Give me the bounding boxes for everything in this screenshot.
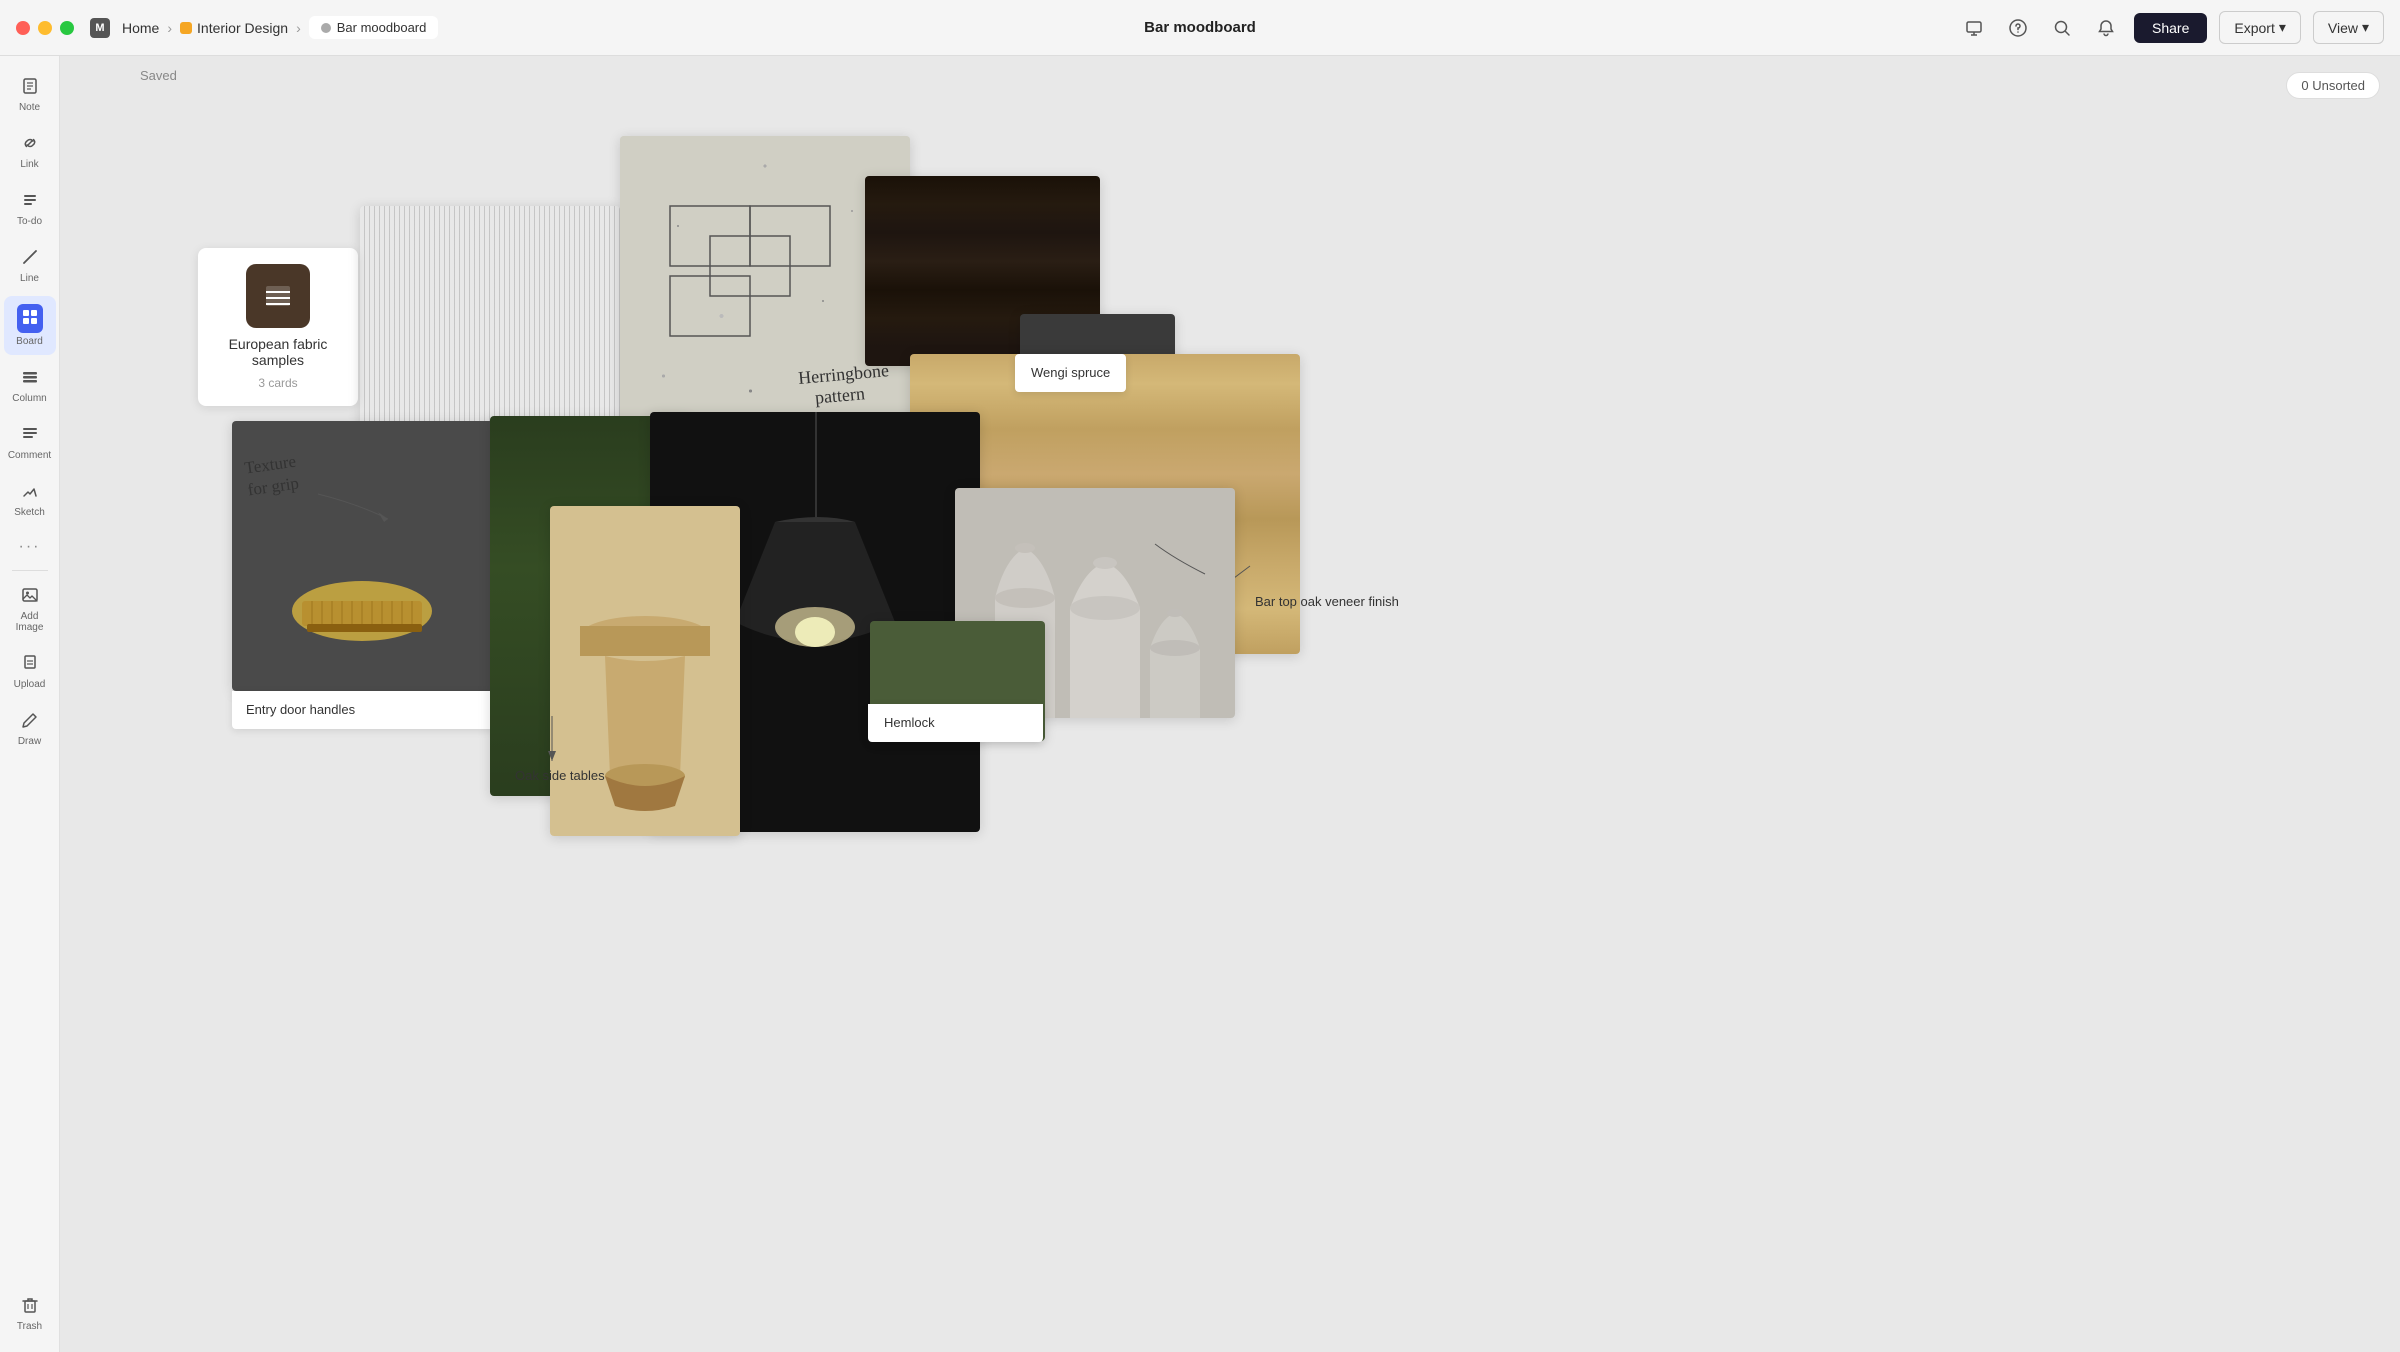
todo-label: To-do <box>17 216 42 227</box>
link-icon <box>20 133 40 156</box>
main-layout: Note Link To-do <box>0 56 2400 1352</box>
breadcrumb-separator2: › <box>296 20 301 36</box>
canvas[interactable]: Saved 0 Unsorted European fabric samples… <box>60 56 2400 1352</box>
breadcrumb-project[interactable]: Interior Design <box>180 20 288 36</box>
sidebar-item-upload[interactable]: Upload <box>4 645 56 698</box>
oak-side-table-image[interactable] <box>550 506 740 836</box>
trash-icon <box>20 1295 40 1318</box>
sidebar-item-more[interactable]: ··· <box>4 530 56 564</box>
tab-dot <box>321 23 331 33</box>
group-icon <box>246 264 310 328</box>
board-icon <box>17 304 43 333</box>
search-icon[interactable] <box>2046 12 2078 44</box>
comment-icon <box>20 424 40 447</box>
sidebar-item-note[interactable]: Note <box>4 68 56 121</box>
texture-annotation: Texturefor grip <box>246 454 298 498</box>
sidebar-item-add-image[interactable]: Add Image <box>4 577 56 641</box>
breadcrumb-separator: › <box>167 20 172 36</box>
page-title: Bar moodboard <box>1144 19 1256 36</box>
draw-label: Draw <box>18 736 41 747</box>
header-actions: Share Export ▾ View ▾ <box>1958 11 2384 44</box>
wengi-spruce-card[interactable]: Wengi spruce <box>1015 354 1126 392</box>
titlebar: M Home › Interior Design › Bar moodboard… <box>0 0 2400 56</box>
door-handles-label-card[interactable]: Entry door handles <box>232 691 497 729</box>
breadcrumb: Home › Interior Design › Bar moodboard <box>122 16 438 39</box>
help-icon[interactable] <box>2002 12 2034 44</box>
draw-icon <box>20 710 40 733</box>
minimize-button[interactable] <box>38 21 52 35</box>
sidebar-item-link[interactable]: Link <box>4 125 56 178</box>
link-label: Link <box>20 159 38 170</box>
export-button[interactable]: Export ▾ <box>2219 11 2301 44</box>
sketch-label: Sketch <box>14 507 45 518</box>
line-label: Line <box>20 273 39 284</box>
door-handles-label: Entry door handles <box>246 702 355 717</box>
sidebar-item-column[interactable]: Column <box>4 359 56 412</box>
note-icon <box>20 76 40 99</box>
side-tables-annotation: Oak side tables <box>515 768 605 783</box>
sidebar-item-draw[interactable]: Draw <box>4 702 56 755</box>
note-label: Note <box>19 102 40 113</box>
notification-icon[interactable] <box>2090 12 2122 44</box>
breadcrumb-home[interactable]: Home <box>122 20 159 36</box>
app-icon: M <box>90 18 110 38</box>
todo-icon <box>20 190 40 213</box>
add-image-label: Add Image <box>10 611 50 633</box>
hemlock-label-card[interactable]: Hemlock <box>868 704 1043 742</box>
share-button[interactable]: Share <box>2134 13 2207 43</box>
european-fabric-card[interactable]: European fabric samples 3 cards <box>198 248 358 406</box>
trash-label: Trash <box>17 1321 42 1332</box>
fabric-title: European fabric samples <box>214 336 342 368</box>
sidebar-item-board[interactable]: Board <box>4 296 56 355</box>
saved-label: Saved <box>140 68 177 83</box>
sidebar-item-line[interactable]: Line <box>4 239 56 292</box>
sidebar-item-trash[interactable]: Trash <box>4 1287 56 1340</box>
sidebar: Note Link To-do <box>0 56 60 1352</box>
sketch-icon <box>20 481 40 504</box>
unsorted-badge[interactable]: 0 Unsorted <box>2286 72 2380 99</box>
fabric-count: 3 cards <box>258 376 297 390</box>
column-icon <box>20 367 40 390</box>
board-label: Board <box>16 336 43 347</box>
sidebar-item-todo[interactable]: To-do <box>4 182 56 235</box>
line-icon <box>20 247 40 270</box>
more-dots-icon: ··· <box>19 538 41 556</box>
add-image-icon <box>20 585 40 608</box>
traffic-lights <box>16 21 74 35</box>
hemlock-label: Hemlock <box>884 715 935 730</box>
close-button[interactable] <box>16 21 30 35</box>
sidebar-item-comment[interactable]: Comment <box>4 416 56 469</box>
device-icon[interactable] <box>1958 12 1990 44</box>
view-button[interactable]: View ▾ <box>2313 11 2384 44</box>
column-label: Column <box>12 393 46 404</box>
bar-top-annotation: Bar top oak veneer finish <box>1255 594 1399 609</box>
active-tab[interactable]: Bar moodboard <box>309 16 439 39</box>
fullscreen-button[interactable] <box>60 21 74 35</box>
wengi-spruce-label: Wengi spruce <box>1031 365 1110 380</box>
upload-label: Upload <box>14 679 46 690</box>
sidebar-item-sketch[interactable]: Sketch <box>4 473 56 526</box>
upload-icon <box>20 653 40 676</box>
comment-label: Comment <box>8 450 51 461</box>
